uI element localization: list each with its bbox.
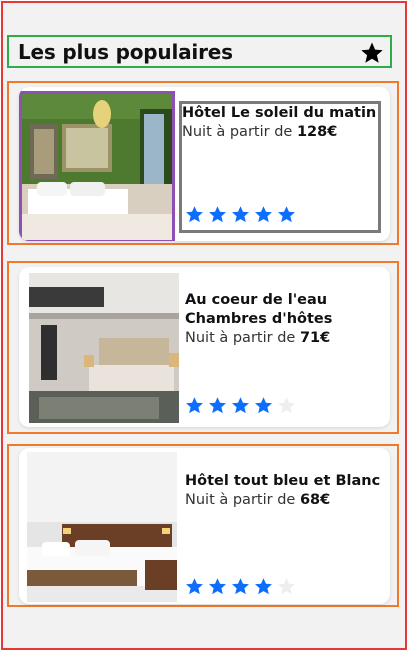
hotel-name[interactable]: Hôtel tout bleu et Blanc xyxy=(185,472,383,491)
hotel-price: Nuit à partir de 71€ xyxy=(185,329,383,348)
star-filled-icon xyxy=(185,577,204,596)
price-prefix: Nuit à partir de xyxy=(185,492,300,508)
section-header: Les plus populaires xyxy=(7,35,392,68)
price-prefix: Nuit à partir de xyxy=(185,330,300,346)
rating-stars xyxy=(185,577,296,596)
hotel-photo[interactable] xyxy=(27,452,177,602)
star-empty-icon xyxy=(277,577,296,596)
star-filled-icon xyxy=(231,205,250,224)
star-filled-icon xyxy=(254,577,273,596)
price-value: 71€ xyxy=(299,330,331,346)
hotel-price: Nuit à partir de 68€ xyxy=(185,491,383,510)
hotel-photo[interactable] xyxy=(29,273,179,423)
hotel-price: Nuit à partir de 128€ xyxy=(182,123,378,142)
star-filled-icon xyxy=(185,396,204,415)
hotel-name[interactable]: Hôtel Le soleil du matin xyxy=(182,104,378,123)
star-empty-icon xyxy=(277,396,296,415)
star-filled-icon xyxy=(254,205,273,224)
hotel-info: Hôtel tout bleu et Blanc Nuit à partir d… xyxy=(185,472,383,600)
star-filled-icon xyxy=(208,577,227,596)
price-value: 68€ xyxy=(299,492,331,508)
star-filled-icon xyxy=(185,205,204,224)
star-filled-icon xyxy=(231,577,250,596)
section-title: Les plus populaires xyxy=(18,40,233,64)
hotel-name[interactable]: Au coeur de l'eau Chambres d'hôtes xyxy=(185,291,383,329)
star-filled-icon xyxy=(254,396,273,415)
hotel-card[interactable]: Au coeur de l'eau Chambres d'hôtes Nuit … xyxy=(19,267,390,427)
star-filled-icon xyxy=(277,205,296,224)
price-prefix: Nuit à partir de xyxy=(182,124,297,140)
rating-stars xyxy=(185,205,296,224)
rating-stars xyxy=(185,396,296,415)
star-filled-icon xyxy=(231,396,250,415)
hotel-card[interactable]: Hôtel tout bleu et Blanc Nuit à partir d… xyxy=(19,448,390,604)
hotel-card-container: Hôtel tout bleu et Blanc Nuit à partir d… xyxy=(7,444,399,607)
star-filled-icon xyxy=(208,396,227,415)
hotel-card-container: Au coeur de l'eau Chambres d'hôtes Nuit … xyxy=(7,261,399,434)
price-value: 128€ xyxy=(296,124,338,140)
hotel-card-container: Hôtel Le soleil du matin Nuit à partir d… xyxy=(7,81,399,245)
hotel-card[interactable]: Hôtel Le soleil du matin Nuit à partir d… xyxy=(19,87,390,241)
star-filled-icon xyxy=(208,205,227,224)
hotel-photo[interactable] xyxy=(19,91,175,241)
star-icon[interactable] xyxy=(360,41,384,65)
hotel-info: Hôtel Le soleil du matin Nuit à partir d… xyxy=(179,101,381,233)
hotel-info: Au coeur de l'eau Chambres d'hôtes Nuit … xyxy=(185,291,383,419)
